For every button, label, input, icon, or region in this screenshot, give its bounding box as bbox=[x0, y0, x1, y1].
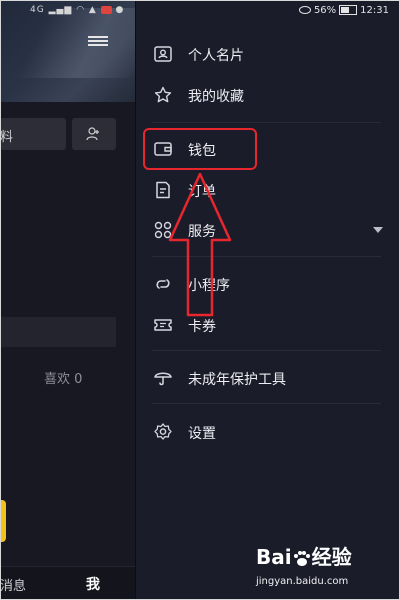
eye-icon bbox=[298, 6, 311, 14]
nav-messages[interactable]: 消息 bbox=[0, 575, 26, 594]
add-user-icon bbox=[86, 127, 99, 141]
highlight-annotation-box bbox=[143, 128, 257, 170]
gear-icon bbox=[154, 423, 172, 440]
divider bbox=[152, 403, 381, 404]
chevron-down-icon[interactable] bbox=[373, 227, 383, 233]
drawer-item-label: 设置 bbox=[188, 426, 216, 442]
edit-profile-button[interactable]: 料 bbox=[0, 118, 66, 150]
arrow-up-annotation-icon bbox=[168, 172, 232, 317]
background-app: 4G ▂▄▆ ◠ ▲ ● 料 喜欢 0 消息 我 bbox=[0, 0, 135, 600]
drawer-item-minor-protection[interactable]: 未成年保护工具 bbox=[136, 360, 400, 396]
drawer-item-settings[interactable]: 设置 bbox=[136, 414, 400, 450]
star-icon bbox=[154, 86, 172, 103]
drawer-item-favorites[interactable]: 我的收藏 bbox=[136, 77, 400, 113]
menu-icon[interactable] bbox=[88, 34, 108, 48]
status-bar-right: 56% 12:31 bbox=[298, 5, 389, 16]
umbrella-icon bbox=[154, 372, 172, 386]
floating-tab[interactable] bbox=[0, 500, 6, 542]
id-card-icon bbox=[154, 46, 172, 62]
battery-icon bbox=[339, 5, 358, 15]
divider bbox=[152, 122, 381, 123]
paw-icon bbox=[293, 550, 310, 566]
nav-me[interactable]: 我 bbox=[86, 574, 100, 594]
drawer-item-label: 未成年保护工具 bbox=[188, 372, 286, 388]
baidu-jingyan-watermark: Bai 经验 jingyan.baidu.com bbox=[256, 545, 352, 587]
divider bbox=[152, 350, 381, 351]
add-friend-button[interactable] bbox=[72, 118, 116, 150]
status-bar-left: 4G ▂▄▆ ◠ ▲ ● bbox=[30, 5, 125, 15]
drawer-item-business-card[interactable]: 个人名片 bbox=[136, 36, 400, 72]
tab-bar-placeholder bbox=[0, 317, 116, 347]
bottom-nav: 消息 我 bbox=[0, 566, 135, 600]
likes-tab[interactable]: 喜欢 0 bbox=[44, 368, 82, 387]
drawer-item-label: 我的收藏 bbox=[188, 89, 244, 105]
drawer-item-label: 个人名片 bbox=[188, 48, 244, 64]
profile-header-background: 4G ▂▄▆ ◠ ▲ ● bbox=[0, 0, 135, 102]
